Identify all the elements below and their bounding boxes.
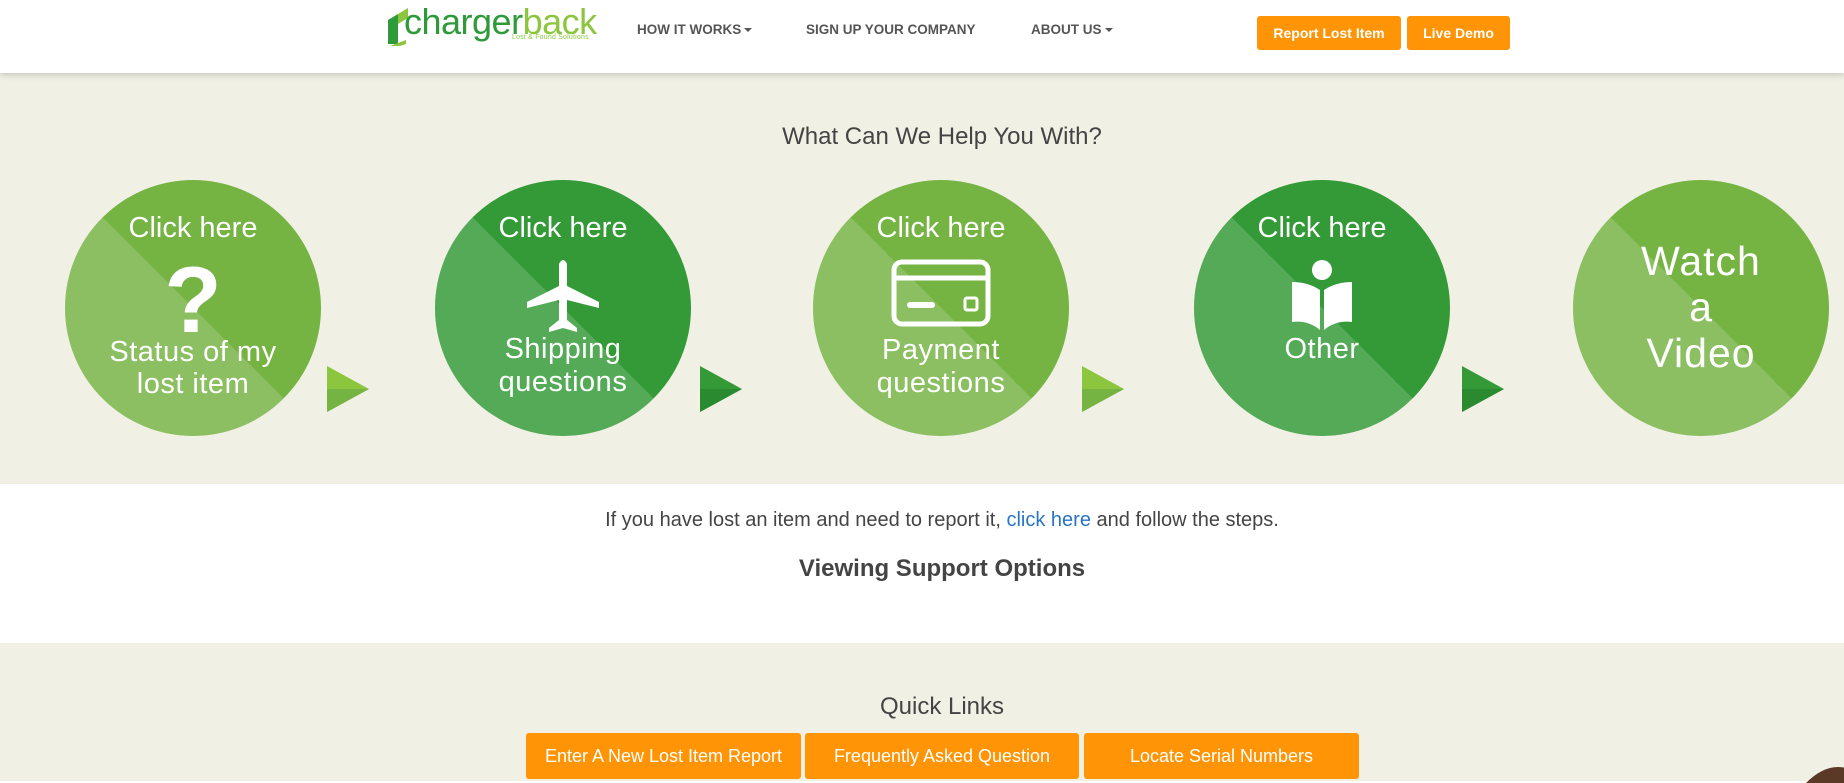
quick-links-section: Quick Links Enter A New Lost Item Report… bbox=[0, 643, 1844, 781]
report-instructions-before: If you have lost an item and need to rep… bbox=[605, 509, 1007, 531]
caret-down-icon bbox=[1104, 28, 1113, 32]
report-click-here-link[interactable]: click here bbox=[1006, 509, 1090, 531]
report-instructions: If you have lost an item and need to rep… bbox=[0, 509, 1844, 532]
card-click-here: Click here bbox=[498, 212, 628, 244]
chargerback-logo[interactable]: chargerback Lost & Found Solutions bbox=[386, 1, 597, 48]
card-label-line2: lost item bbox=[136, 368, 250, 400]
corner-decoration-icon bbox=[1806, 767, 1844, 783]
card-label-line2: questions bbox=[498, 366, 628, 398]
nav-how-it-works-label: HOW IT WORKS bbox=[637, 22, 742, 37]
nav-about-us[interactable]: ABOUT US bbox=[1031, 22, 1113, 37]
question-mark-icon: ? bbox=[164, 256, 221, 336]
report-lost-item-button[interactable]: Report Lost Item bbox=[1257, 16, 1401, 50]
shipping-questions-card[interactable]: Click here Shipping questions bbox=[435, 180, 691, 436]
card-click-here: Click here bbox=[128, 212, 258, 244]
svg-text:?: ? bbox=[164, 256, 221, 336]
nav-sign-up-label: SIGN UP YOUR COMPANY bbox=[806, 22, 976, 37]
help-section: What Can We Help You With? Click here ? … bbox=[0, 73, 1844, 484]
watch-video-line3: Video bbox=[1646, 330, 1756, 376]
arrow-right-icon bbox=[1462, 366, 1504, 412]
arrow-right-icon bbox=[700, 366, 742, 412]
quick-links-title: Quick Links bbox=[879, 693, 1005, 720]
card-click-here: Click here bbox=[1257, 212, 1387, 244]
top-navbar: chargerback Lost & Found Solutions HOW I… bbox=[0, 0, 1844, 73]
support-options-title: Viewing Support Options bbox=[798, 555, 1086, 582]
caret-down-icon bbox=[744, 28, 753, 32]
card-label-line1: Shipping bbox=[504, 333, 622, 365]
other-questions-card[interactable]: Click here Other bbox=[1194, 180, 1450, 436]
faq-button[interactable]: Frequently Asked Question bbox=[805, 733, 1079, 779]
new-lost-item-report-button[interactable]: Enter A New Lost Item Report bbox=[526, 733, 801, 779]
nav-how-it-works[interactable]: HOW IT WORKS bbox=[637, 22, 753, 37]
nav-about-us-label: ABOUT US bbox=[1031, 22, 1102, 37]
report-instructions-after: and follow the steps. bbox=[1090, 509, 1279, 531]
card-label-line1: Payment bbox=[882, 334, 1000, 366]
card-click-here: Click here bbox=[876, 212, 1006, 244]
credit-card-icon bbox=[891, 259, 991, 327]
logo-word-charger: charger bbox=[404, 1, 523, 42]
nav-sign-up-company[interactable]: SIGN UP YOUR COMPANY bbox=[806, 22, 976, 37]
card-label-line2: questions bbox=[876, 367, 1006, 399]
watch-video-label: Watch a Video bbox=[1573, 238, 1829, 376]
card-label-line1: Status of my bbox=[109, 336, 277, 368]
card-label-line1: Other bbox=[1284, 333, 1360, 365]
arrow-right-icon bbox=[1082, 366, 1124, 412]
locate-serial-numbers-button[interactable]: Locate Serial Numbers bbox=[1084, 733, 1359, 779]
arrow-right-icon bbox=[327, 366, 369, 412]
reader-book-icon bbox=[1292, 260, 1352, 330]
watch-video-line2: a bbox=[1689, 284, 1713, 330]
logo-tagline: Lost & Found Solutions bbox=[512, 34, 589, 41]
payment-questions-card[interactable]: Click here Payment questions bbox=[813, 180, 1069, 436]
help-title: What Can We Help You With? bbox=[782, 123, 1102, 150]
watch-video-line1: Watch bbox=[1641, 238, 1761, 284]
watch-video-card[interactable]: Watch a Video bbox=[1573, 180, 1829, 436]
live-demo-button[interactable]: Live Demo bbox=[1407, 16, 1510, 50]
airplane-icon bbox=[527, 260, 599, 332]
status-lost-item-card[interactable]: Click here ? Status of my lost item bbox=[65, 180, 321, 436]
